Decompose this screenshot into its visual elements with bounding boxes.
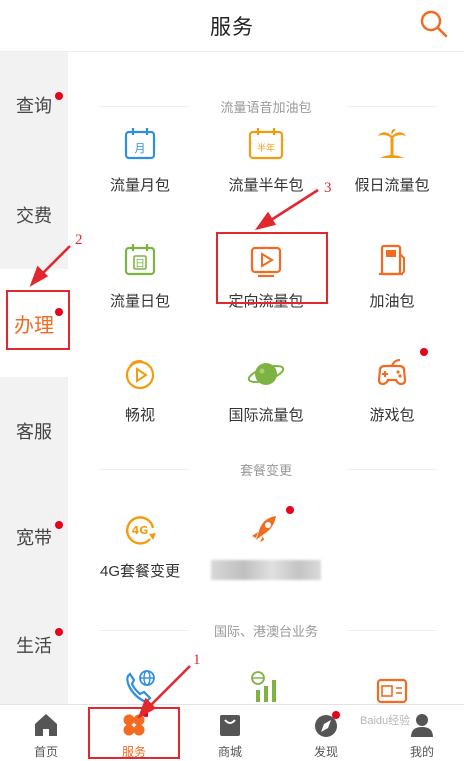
tile-booster-pack[interactable]: 加油包	[332, 234, 452, 330]
planet-icon	[247, 363, 285, 385]
video-play-icon	[125, 359, 155, 390]
tab-label: 我的	[409, 745, 434, 759]
tile-label: 假日流量包	[354, 177, 430, 194]
user-icon	[411, 714, 433, 737]
section-title: 套餐变更	[68, 459, 464, 479]
sidebar-item-broadband[interactable]: 宽带	[0, 484, 68, 590]
tile-label: 定向流量包	[228, 293, 304, 310]
icon-badge-text: 半年	[257, 142, 275, 154]
page-title: 服务	[210, 15, 254, 39]
tab-mall[interactable]: 商城	[184, 705, 276, 761]
tab-label: 服务	[121, 745, 146, 759]
section-title: 国际、港澳台业务	[68, 620, 464, 640]
search-icon[interactable]	[418, 8, 450, 40]
sidebar-item-label: 客服	[16, 422, 52, 442]
tile-directed-data[interactable]: 定向流量包	[206, 234, 326, 330]
signal-bars-icon	[251, 671, 276, 702]
sidebar-item-customer-service[interactable]: 客服	[0, 378, 68, 484]
notification-dot	[55, 521, 63, 529]
sidebar-item-label: 办理	[14, 314, 54, 337]
tile-label: 流量月包	[109, 177, 170, 194]
sidebar-item-label: 宽带	[16, 528, 52, 548]
home-icon	[35, 714, 57, 736]
tile-game-pack[interactable]: 游戏包	[332, 348, 452, 444]
section-title-text: 流量语音加油包	[220, 99, 312, 115]
tile-label: 国际流量包	[228, 407, 304, 424]
icon-badge-text: 日	[135, 259, 145, 270]
tile-video-pass[interactable]: 畅视	[80, 348, 200, 444]
gamepad-icon	[377, 359, 407, 386]
calendar-day-icon: 日	[124, 244, 156, 276]
section-title: 流量语音加油包	[68, 96, 464, 116]
tile-label: 流量半年包	[228, 177, 304, 194]
watermark: Baidu经验	[360, 715, 411, 727]
sidebar-item-payment[interactable]: 交费	[0, 162, 68, 268]
compass-icon	[315, 711, 340, 737]
tab-label: 商城	[217, 745, 242, 759]
annotation-number-1: 1	[193, 652, 201, 668]
tile-holiday-data[interactable]: 假日流量包	[332, 118, 452, 214]
icon-badge-text: 月	[135, 142, 146, 155]
wallet-card-icon	[376, 678, 408, 704]
tab-label: 发现	[313, 745, 338, 759]
notification-dot	[55, 308, 63, 316]
blurred-label	[211, 560, 321, 580]
section-title-text: 国际、港澳台业务	[213, 623, 318, 639]
palm-tree-icon	[378, 129, 406, 158]
play-icon	[250, 246, 282, 278]
tile-label: 加油包	[369, 293, 415, 310]
tile-blurred-service[interactable]	[206, 504, 326, 600]
tile-roaming-card[interactable]	[332, 660, 452, 704]
shopping-bag-icon	[220, 715, 240, 736]
globe-phone-icon	[126, 670, 155, 704]
tile-monthly-data[interactable]: 月 流量月包	[80, 118, 200, 214]
annotation-number-3: 3	[324, 180, 332, 196]
sidebar-item-handle[interactable]: 办理	[0, 269, 68, 377]
tab-label: 首页	[33, 745, 58, 759]
notification-dot	[55, 92, 63, 100]
section-title-text: 套餐变更	[239, 462, 292, 478]
tab-service[interactable]: 服务	[88, 705, 180, 761]
sidebar-item-label: 生活	[16, 636, 52, 656]
notification-dot	[332, 711, 340, 719]
tile-roaming-signal[interactable]	[206, 660, 326, 704]
tile-international-call[interactable]	[80, 660, 200, 704]
notification-dot	[142, 711, 148, 717]
tile-4g-plan-change[interactable]: 4G 4G套餐变更	[80, 504, 200, 600]
calendar-halfyear-icon: 半年	[248, 128, 284, 160]
sidebar-item-label: 交费	[16, 206, 52, 226]
tab-home[interactable]: 首页	[0, 705, 92, 761]
icon-badge-text: 4G	[132, 524, 149, 537]
notification-dot	[286, 506, 294, 514]
calendar-month-icon: 月	[124, 128, 156, 160]
clover-icon	[123, 711, 148, 736]
tile-halfyear-data[interactable]: 半年 流量半年包	[206, 118, 326, 214]
tab-discover[interactable]: 发现	[280, 705, 372, 761]
tile-label: 流量日包	[109, 293, 170, 310]
category-sidebar: 查询 交费 办理 客服 宽带 生活	[0, 52, 68, 704]
tile-international-data[interactable]: 国际流量包	[206, 348, 326, 444]
notification-dot	[55, 628, 63, 636]
rocket-icon	[252, 516, 276, 542]
sidebar-item-life[interactable]: 生活	[0, 592, 68, 698]
service-grid: 流量语音加油包 月 流量月包 半年 流量半年包 假日流量包 日 流量日包 定向流…	[68, 52, 464, 704]
sidebar-item-query[interactable]: 查询	[0, 52, 68, 158]
tile-daily-data[interactable]: 日 流量日包	[80, 234, 200, 330]
sidebar-item-label: 查询	[16, 96, 52, 116]
annotation-number-2: 2	[75, 232, 83, 248]
tile-label: 4G套餐变更	[99, 563, 180, 580]
4g-refresh-icon: 4G	[126, 516, 156, 545]
top-header: 服务	[0, 0, 464, 52]
fuel-pump-icon	[379, 244, 405, 276]
tile-label: 畅视	[124, 407, 155, 424]
notification-dot	[420, 348, 428, 356]
tile-label: 游戏包	[369, 407, 415, 424]
